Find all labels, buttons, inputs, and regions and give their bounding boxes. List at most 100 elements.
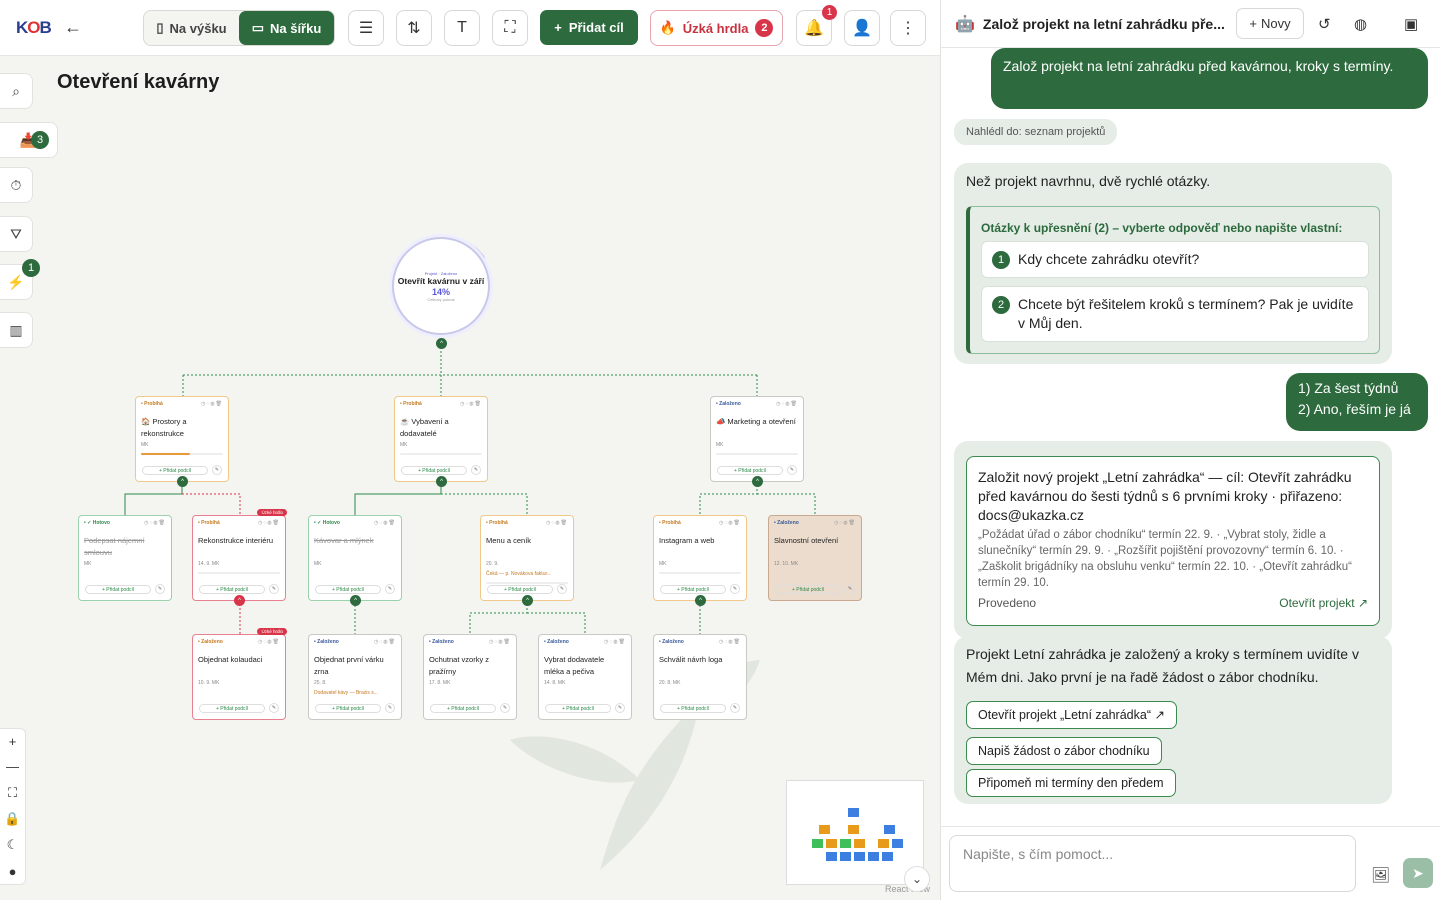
goal-card-menu[interactable]: • Probíhá ◷◌◍🗑 Menu a ceník 20. 9. Čeká — p.… xyxy=(480,515,574,601)
globe-icon[interactable]: ◍ xyxy=(1354,15,1367,33)
add-subgoal-button[interactable]: + Přidat podcíl xyxy=(315,585,381,594)
chevron-down-icon[interactable]: ⌄ xyxy=(904,866,930,892)
goal-card-logo[interactable]: • Založeno ◷◌◍🗑 Schválit návrh loga 20. 8. … xyxy=(653,634,747,720)
card-tools-icon[interactable]: ◷◌◍🗑 xyxy=(489,639,511,645)
edit-icon[interactable]: ✎ xyxy=(269,703,279,713)
app-logo[interactable]: KOB xyxy=(16,18,52,38)
goal-card-mleko[interactable]: • Založeno ◷◌◍🗑 Vybrat dodavatele mléka a … xyxy=(538,634,632,720)
collapse-knob[interactable]: ^ xyxy=(350,595,361,606)
suggestion-open-project[interactable]: Otevřít projekt „Letní zahrádka“ ↗ xyxy=(966,701,1177,729)
edit-icon[interactable]: ✎ xyxy=(385,703,395,713)
goal-card-marketing[interactable]: • Založeno ◷◌◍🗑 📣 Marketing a otevření MK + … xyxy=(710,396,804,482)
add-goal-button[interactable]: + Přidat cíl xyxy=(540,10,638,45)
card-tools-icon[interactable]: ◷◌◍🗑 xyxy=(719,639,741,645)
collapse-knob[interactable]: ^ xyxy=(752,476,763,487)
image-attach-icon[interactable]: 🖼 xyxy=(1371,866,1390,884)
edit-icon[interactable]: ✎ xyxy=(787,465,797,475)
goal-card-slavnostni[interactable]: • Založeno ◷◌◍🗑 Slavnostní otevření 12. 10.… xyxy=(768,515,862,601)
add-subgoal-button[interactable]: + Přidat podcíl xyxy=(199,704,265,713)
search-icon[interactable]: ⌕ xyxy=(0,73,33,109)
edit-icon[interactable]: ✎ xyxy=(155,584,165,594)
card-tools-icon[interactable]: ◷◌◍🗑 xyxy=(258,520,280,526)
edit-icon[interactable]: ✎ xyxy=(385,584,395,594)
history-icon[interactable]: ↺ xyxy=(1318,15,1331,33)
goal-card-vybaveni[interactable]: • Probíhá ◷◌◍🗑 ☕ Vybavení a dodavatelé MK + … xyxy=(394,396,488,482)
add-subgoal-button[interactable]: + Přidat podcíl xyxy=(142,466,208,475)
moon-icon[interactable]: ☾ xyxy=(7,837,19,853)
inbox-icon[interactable]: 📥 xyxy=(0,122,58,158)
zoom-out-icon[interactable]: — xyxy=(6,759,19,774)
zoom-in-icon[interactable]: + xyxy=(9,734,17,749)
edit-icon[interactable]: ✎ xyxy=(500,703,510,713)
message-list[interactable]: Založ projekt na letní zahrádku před kav… xyxy=(941,48,1440,826)
goal-card-prostory[interactable]: • Probíhá ◷◌◍🗑 🏠 Prostory a rekonstrukce MK… xyxy=(135,396,229,482)
edit-icon[interactable]: ✎ xyxy=(471,465,481,475)
sidebar-toggle-icon[interactable]: ▣ xyxy=(1404,15,1418,33)
suggestion-remind[interactable]: Připomeň mi termíny den předem xyxy=(966,769,1176,797)
bottlenecks-button[interactable]: 🔥 Úzká hrdla 2 xyxy=(650,10,783,46)
edit-icon[interactable]: ✎ xyxy=(845,584,855,594)
add-subgoal-button[interactable]: + Přidat podcíl xyxy=(199,585,265,594)
palette-icon[interactable]: ● xyxy=(9,864,17,879)
goal-card-kavovar[interactable]: • ✓ Hotovo ◷◌◍🗑 Kávovar a mlýnek MK + Přidat… xyxy=(308,515,402,601)
card-tools-icon[interactable]: ◷◌◍🗑 xyxy=(776,401,798,407)
card-tools-icon[interactable]: ◷◌◍🗑 xyxy=(834,520,856,526)
user-icon[interactable]: 👤 xyxy=(844,10,880,46)
collapse-knob[interactable]: ^ xyxy=(234,595,245,606)
collapse-knob[interactable]: ^ xyxy=(436,338,447,349)
chat-input[interactable]: Napište, s čím pomoct... xyxy=(949,835,1356,892)
text-icon[interactable]: T xyxy=(444,10,480,46)
card-tools-icon[interactable]: ◷◌◍🗑 xyxy=(144,520,166,526)
collapse-knob[interactable]: ^ xyxy=(522,595,533,606)
collapse-knob[interactable]: ^ xyxy=(177,476,188,487)
goal-card-kolaudace[interactable]: • Založeno ◷◌◍🗑 Objednat kolaudaci 10. 9. M… xyxy=(192,628,287,720)
card-tools-icon[interactable]: ◷◌◍🗑 xyxy=(719,520,741,526)
view-landscape-button[interactable]: ▭ Na šířku xyxy=(239,11,334,45)
open-project-link[interactable]: Otevřít projekt ↗ xyxy=(1279,592,1368,615)
add-subgoal-button[interactable]: + Přidat podcíl xyxy=(660,704,726,713)
add-subgoal-button[interactable]: + Přidat podcíl xyxy=(660,585,726,594)
minimap[interactable] xyxy=(786,780,924,885)
lock-icon[interactable]: 🔒 xyxy=(4,811,20,827)
edit-icon[interactable]: ✎ xyxy=(269,584,279,594)
card-tools-icon[interactable]: ◷◌◍🗑 xyxy=(374,520,396,526)
fit-view-icon[interactable]: ⛶ xyxy=(8,785,17,801)
edit-icon[interactable]: ✎ xyxy=(212,465,222,475)
card-tools-icon[interactable]: ◷◌◍🗑 xyxy=(604,639,626,645)
edit-icon[interactable]: ✎ xyxy=(557,584,567,594)
card-tools-icon[interactable]: ◷◌◍🗑 xyxy=(201,401,223,407)
more-menu-icon[interactable]: ⋮ xyxy=(890,10,926,46)
add-subgoal-button[interactable]: + Přidat podcíl xyxy=(401,466,467,475)
edit-icon[interactable]: ✎ xyxy=(730,703,740,713)
goal-card-vzorky[interactable]: • Založeno ◷◌◍🗑 Ochutnat vzorky z pražírny… xyxy=(423,634,517,720)
question-option-1[interactable]: 1 Kdy chcete zahrádku otevřít? xyxy=(981,241,1369,278)
add-subgoal-button[interactable]: + Přidat podcíl xyxy=(775,585,841,594)
add-subgoal-button[interactable]: + Přidat podcíl xyxy=(487,585,553,594)
question-option-2[interactable]: 2 Chcete být řešitelem kroků s termínem? … xyxy=(981,286,1369,342)
suggestion-write-request[interactable]: Napiš žádost o zábor chodníku xyxy=(966,737,1162,765)
card-tools-icon[interactable]: ◷◌◍🗑 xyxy=(460,401,482,407)
collapse-knob[interactable]: ^ xyxy=(436,476,447,487)
collapse-knob[interactable]: ^ xyxy=(695,595,706,606)
add-subgoal-button[interactable]: + Přidat podcíl xyxy=(430,704,496,713)
root-goal-node[interactable]: Projekt · Založeno Otevřít kavárnu v zář… xyxy=(392,237,490,335)
filter-icon[interactable]: ⛛ xyxy=(0,216,33,252)
chart-icon[interactable]: ▥ xyxy=(0,312,33,348)
edit-icon[interactable]: ✎ xyxy=(615,703,625,713)
edit-icon[interactable]: ✎ xyxy=(730,584,740,594)
add-subgoal-button[interactable]: + Přidat podcíl xyxy=(717,466,783,475)
goal-card-instagram[interactable]: • Probíhá ◷◌◍🗑 Instagram a web MK + Přidat p… xyxy=(653,515,747,601)
send-button[interactable]: ➤ xyxy=(1403,858,1433,888)
back-arrow-icon[interactable]: ← xyxy=(64,17,82,38)
view-portrait-button[interactable]: ▯ Na výšku xyxy=(144,11,239,45)
card-tools-icon[interactable]: ◷◌◍🗑 xyxy=(374,639,396,645)
layout-icon[interactable]: ☰ xyxy=(348,10,384,46)
goal-card-rekonstrukce[interactable]: • Probíhá ◷◌◍🗑 Rekonstrukce interiéru 14. 9… xyxy=(192,509,287,601)
fullscreen-icon[interactable]: ⛶ xyxy=(492,10,528,46)
goal-card-zrna[interactable]: • Založeno ◷◌◍🗑 Objednat první várku zrna 2… xyxy=(308,634,402,720)
add-subgoal-button[interactable]: + Přidat podcíl xyxy=(545,704,611,713)
add-subgoal-button[interactable]: + Přidat podcíl xyxy=(85,585,151,594)
new-chat-button[interactable]: + Novy xyxy=(1236,8,1304,39)
goal-card-smlouva[interactable]: • ✓ Hotovo ◷◌◍🗑 Podepsat nájemní smlouvu MK… xyxy=(78,515,172,601)
timer-icon[interactable]: ⏱ xyxy=(0,167,33,203)
